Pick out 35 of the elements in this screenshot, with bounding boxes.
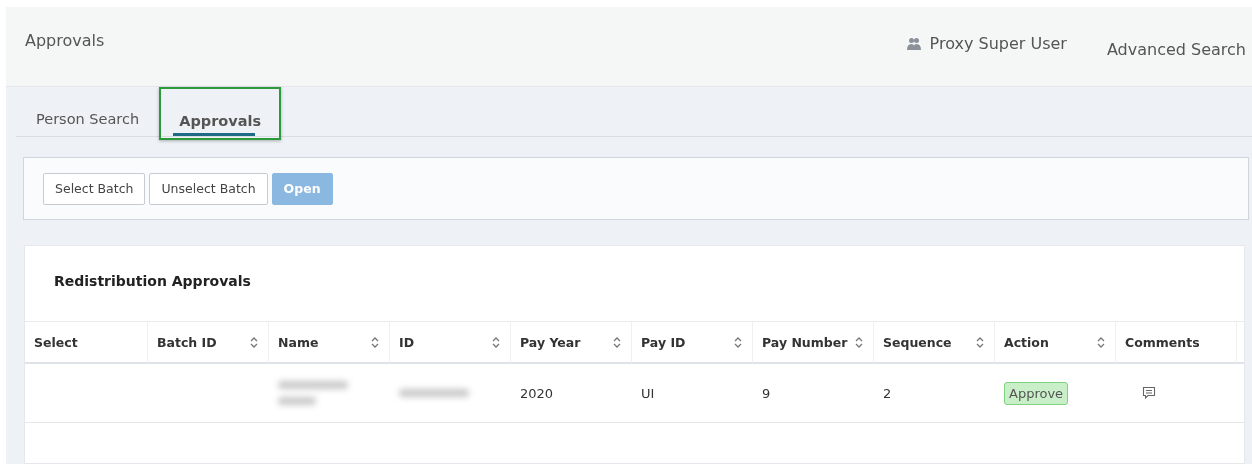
sort-icon[interactable]: [371, 335, 379, 349]
column-header[interactable]: Pay Number: [753, 321, 874, 364]
sort-icon[interactable]: [613, 335, 621, 349]
column-header[interactable]: Action: [995, 321, 1116, 364]
advanced-search-link[interactable]: Advanced Search: [1106, 40, 1246, 59]
user-name: Proxy Super User: [929, 34, 1067, 53]
toolbar-button[interactable]: Select Batch: [43, 172, 146, 205]
table-cell: 2020: [520, 385, 554, 401]
column-header[interactable]: Pay ID: [632, 321, 753, 364]
column-header[interactable]: Batch ID: [148, 321, 269, 364]
comment-icon[interactable]: [1142, 386, 1156, 400]
sort-icon[interactable]: [855, 335, 863, 349]
redacted-text: [278, 381, 348, 405]
redacted-text: [399, 389, 469, 397]
tab[interactable]: Person Search: [16, 87, 160, 136]
table-cell: 2: [883, 385, 892, 401]
column-header[interactable]: Comments: [1116, 321, 1237, 364]
sort-icon[interactable]: [734, 335, 742, 349]
sort-icon[interactable]: [1097, 335, 1105, 349]
tab[interactable]: Approvals: [159, 87, 282, 140]
users-icon: [905, 36, 922, 51]
table-cell: 9: [762, 385, 771, 401]
toolbar-button[interactable]: Unselect Batch: [149, 172, 268, 205]
column-header[interactable]: Pay Year: [511, 321, 632, 364]
approve-button[interactable]: Approve: [1004, 381, 1069, 405]
card-title: Redistribution Approvals: [54, 273, 251, 289]
column-header[interactable]: Name: [269, 321, 390, 364]
sort-icon[interactable]: [250, 335, 258, 349]
column-header[interactable]: ID: [390, 321, 511, 364]
page-title: Approvals: [25, 31, 105, 50]
column-header[interactable]: Select: [25, 321, 148, 364]
sort-icon[interactable]: [976, 335, 984, 349]
sort-icon[interactable]: [492, 335, 500, 349]
column-header[interactable]: Sequence: [874, 321, 995, 364]
table-cell: UI: [641, 385, 655, 401]
